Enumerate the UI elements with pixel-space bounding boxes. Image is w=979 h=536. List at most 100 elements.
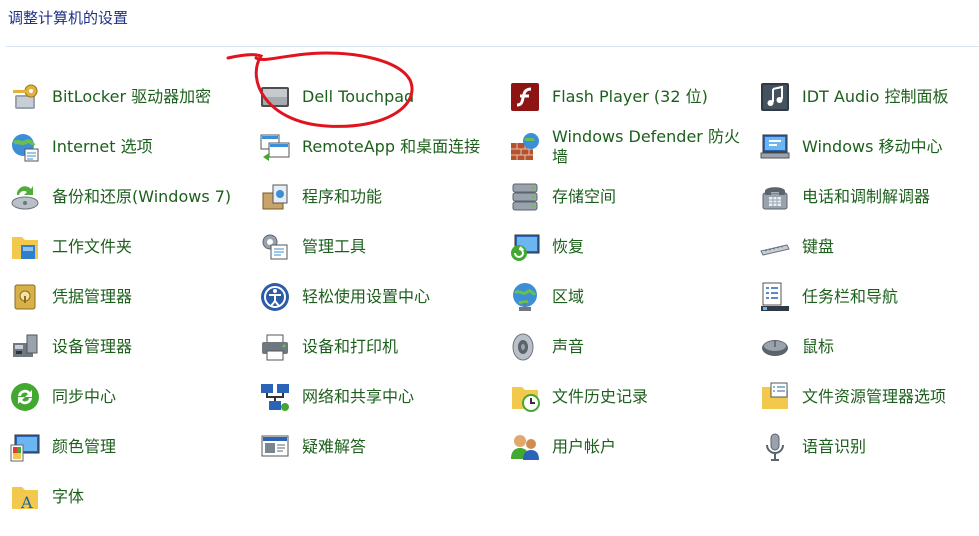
item-label: Internet 选项: [52, 137, 153, 156]
fonts-icon: A: [8, 480, 42, 514]
item-storage-spaces[interactable]: 存储空间: [500, 172, 745, 222]
item-windows-defender-firewall[interactable]: Windows Defender 防火墙: [500, 122, 745, 172]
item-label: BitLocker 驱动器加密: [52, 87, 212, 106]
microphone-icon: [758, 430, 792, 464]
item-fonts[interactable]: A 字体: [0, 472, 245, 522]
ease-of-access-icon: [258, 280, 292, 314]
item-user-accounts[interactable]: 用户帐户: [500, 422, 745, 472]
item-label: 用户帐户: [552, 437, 617, 456]
item-recovery[interactable]: 恢复: [500, 222, 745, 272]
control-panel-grid: BitLocker 驱动器加密 Internet 选项 备份和还原(Window…: [0, 72, 979, 522]
item-label: 设备和打印机: [302, 337, 399, 356]
item-backup-restore[interactable]: 备份和还原(Windows 7): [0, 172, 245, 222]
firewall-brick-icon: [508, 130, 542, 164]
item-mouse[interactable]: 鼠标: [750, 322, 979, 372]
item-label: 声音: [552, 337, 585, 356]
item-label: 电话和调制解调器: [802, 187, 931, 206]
item-label: Windows 移动中心: [802, 137, 943, 156]
work-folder-icon: [8, 230, 42, 264]
item-keyboard[interactable]: 键盘: [750, 222, 979, 272]
item-internet-options[interactable]: Internet 选项: [0, 122, 245, 172]
item-label: 管理工具: [302, 237, 367, 256]
credential-vault-icon: [8, 280, 42, 314]
item-label: 网络和共享中心: [302, 387, 415, 406]
item-remoteapp[interactable]: RemoteApp 和桌面连接: [250, 122, 495, 172]
item-file-explorer-options[interactable]: 文件资源管理器选项: [750, 372, 979, 422]
item-taskbar-navigation[interactable]: 任务栏和导航: [750, 272, 979, 322]
item-phone-modem[interactable]: 电话和调制解调器: [750, 172, 979, 222]
item-label: 语音识别: [802, 437, 867, 456]
item-label: 凭据管理器: [52, 287, 133, 306]
item-label: 恢复: [552, 237, 585, 256]
troubleshooting-icon: [258, 430, 292, 464]
item-work-folders[interactable]: 工作文件夹: [0, 222, 245, 272]
item-device-manager[interactable]: 设备管理器: [0, 322, 245, 372]
programs-box-icon: [258, 180, 292, 214]
item-label: 工作文件夹: [52, 237, 133, 256]
sync-icon: [8, 380, 42, 414]
admin-tools-icon: [258, 230, 292, 264]
item-label: Flash Player (32 位): [552, 87, 708, 106]
item-sound[interactable]: 声音: [500, 322, 745, 372]
item-file-history[interactable]: 文件历史记录: [500, 372, 745, 422]
phone-modem-icon: [758, 180, 792, 214]
svg-text:A: A: [20, 493, 33, 512]
backup-restore-icon: [8, 180, 42, 214]
user-accounts-icon: [508, 430, 542, 464]
item-speech-recognition[interactable]: 语音识别: [750, 422, 979, 472]
item-label: 疑难解答: [302, 437, 367, 456]
header-divider: [6, 46, 979, 47]
item-network-sharing[interactable]: 网络和共享中心: [250, 372, 495, 422]
item-label: 文件资源管理器选项: [802, 387, 947, 406]
item-sync-center[interactable]: 同步中心: [0, 372, 245, 422]
color-management-icon: [8, 430, 42, 464]
flash-player-icon: [508, 80, 542, 114]
network-icon: [258, 380, 292, 414]
bitlocker-key-icon: [8, 80, 42, 114]
page-title: 调整计算机的设置: [8, 9, 129, 27]
item-credential-manager[interactable]: 凭据管理器: [0, 272, 245, 322]
taskbar-icon: [758, 280, 792, 314]
internet-globe-icon: [8, 130, 42, 164]
recovery-icon: [508, 230, 542, 264]
storage-drives-icon: [508, 180, 542, 214]
item-label: 程序和功能: [302, 187, 383, 206]
item-label: 备份和还原(Windows 7): [52, 187, 232, 206]
item-label: 颜色管理: [52, 437, 117, 456]
item-label: IDT Audio 控制面板: [802, 87, 949, 106]
item-dell-touchpad[interactable]: Dell Touchpad: [250, 72, 495, 122]
mouse-icon: [758, 330, 792, 364]
printer-icon: [258, 330, 292, 364]
item-programs-features[interactable]: 程序和功能: [250, 172, 495, 222]
remote-desktop-icon: [258, 130, 292, 164]
item-label: RemoteApp 和桌面连接: [302, 137, 481, 156]
item-bitlocker[interactable]: BitLocker 驱动器加密: [0, 72, 245, 122]
item-admin-tools[interactable]: 管理工具: [250, 222, 495, 272]
keyboard-icon: [758, 230, 792, 264]
item-ease-of-access[interactable]: 轻松使用设置中心: [250, 272, 495, 322]
music-note-icon: [758, 80, 792, 114]
item-flash-player[interactable]: Flash Player (32 位): [500, 72, 745, 122]
item-label: 轻松使用设置中心: [302, 287, 431, 306]
item-label: 存储空间: [552, 187, 617, 206]
item-label: Windows Defender 防火墙: [552, 127, 740, 166]
item-troubleshooting[interactable]: 疑难解答: [250, 422, 495, 472]
file-history-icon: [508, 380, 542, 414]
region-globe-icon: [508, 280, 542, 314]
item-label: 键盘: [802, 237, 835, 256]
item-color-management[interactable]: 颜色管理: [0, 422, 245, 472]
speaker-icon: [508, 330, 542, 364]
item-region[interactable]: 区域: [500, 272, 745, 322]
item-label: 字体: [52, 487, 85, 506]
item-label: 同步中心: [52, 387, 117, 406]
item-windows-mobility-center[interactable]: Windows 移动中心: [750, 122, 979, 172]
item-label: 区域: [552, 287, 585, 306]
item-label: 文件历史记录: [552, 387, 649, 406]
item-devices-printers[interactable]: 设备和打印机: [250, 322, 495, 372]
item-idt-audio[interactable]: IDT Audio 控制面板: [750, 72, 979, 122]
item-label: Dell Touchpad: [302, 87, 415, 106]
item-label: 任务栏和导航: [802, 287, 899, 306]
mobility-center-icon: [758, 130, 792, 164]
item-label: 鼠标: [802, 337, 835, 356]
device-manager-icon: [8, 330, 42, 364]
